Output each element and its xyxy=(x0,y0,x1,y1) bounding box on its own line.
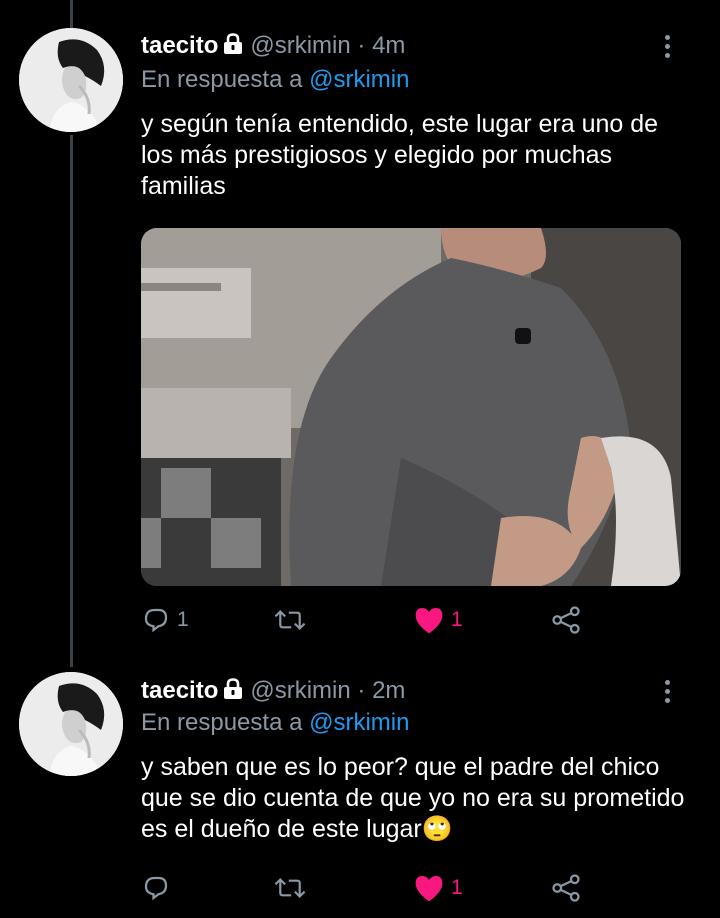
reply-count: 1 xyxy=(177,608,189,631)
tweet-text: y según tenía entendido, este lugar era … xyxy=(141,110,659,200)
tweet-1[interactable]: taecito @srkimin · 4m En respuesta a @srk… xyxy=(0,0,720,650)
like-count: 1 xyxy=(451,876,463,899)
like-button[interactable]: 1 xyxy=(413,872,463,904)
tweet-actions: 1 xyxy=(141,872,601,904)
avatar[interactable] xyxy=(19,672,123,776)
reply-mention[interactable]: @srkimin xyxy=(309,709,409,736)
heart-icon xyxy=(415,876,443,902)
share-button[interactable] xyxy=(551,604,581,636)
lock-icon xyxy=(222,33,244,62)
tweet-2[interactable]: taecito @srkimin · 2m En respuesta a @srk… xyxy=(0,650,720,918)
display-name[interactable]: taecito xyxy=(141,677,218,704)
separator: · xyxy=(357,32,366,59)
reply-button[interactable] xyxy=(141,872,177,904)
share-icon xyxy=(552,874,580,902)
more-icon[interactable] xyxy=(660,35,674,65)
retweet-button[interactable] xyxy=(273,872,313,904)
like-button[interactable]: 1 xyxy=(413,604,463,636)
handle[interactable]: @srkimin xyxy=(250,677,350,704)
tweet-photo[interactable] xyxy=(141,228,681,586)
avatar[interactable] xyxy=(19,28,123,132)
heart-icon xyxy=(415,608,443,634)
retweet-icon xyxy=(274,877,306,899)
tweet-header: taecito @srkimin · 4m xyxy=(141,32,405,62)
reply-icon xyxy=(144,608,168,633)
share-icon xyxy=(552,606,580,634)
like-count: 1 xyxy=(451,608,463,631)
handle[interactable]: @srkimin xyxy=(250,32,350,59)
reply-icon xyxy=(144,876,168,901)
reply-mention[interactable]: @srkimin xyxy=(309,66,409,93)
tweet-header: taecito @srkimin · 2m xyxy=(141,677,405,707)
reply-prefix: En respuesta a xyxy=(141,66,303,93)
reply-prefix: En respuesta a xyxy=(141,709,303,736)
retweet-icon xyxy=(274,609,306,631)
display-name[interactable]: taecito xyxy=(141,32,218,59)
retweet-button[interactable] xyxy=(273,604,313,636)
timestamp[interactable]: 4m xyxy=(372,32,405,59)
lock-icon xyxy=(222,678,244,707)
share-button[interactable] xyxy=(551,872,581,904)
separator: · xyxy=(357,677,366,704)
tweet-actions: 1 1 xyxy=(141,604,601,636)
more-icon[interactable] xyxy=(660,680,674,710)
reply-context: En respuesta a @srkimin xyxy=(141,709,409,737)
tweet-text: y saben que es lo peor? que el padre del… xyxy=(141,753,685,843)
reply-context: En respuesta a @srkimin xyxy=(141,66,409,94)
timestamp[interactable]: 2m xyxy=(372,677,405,704)
reply-button[interactable]: 1 xyxy=(141,604,189,636)
